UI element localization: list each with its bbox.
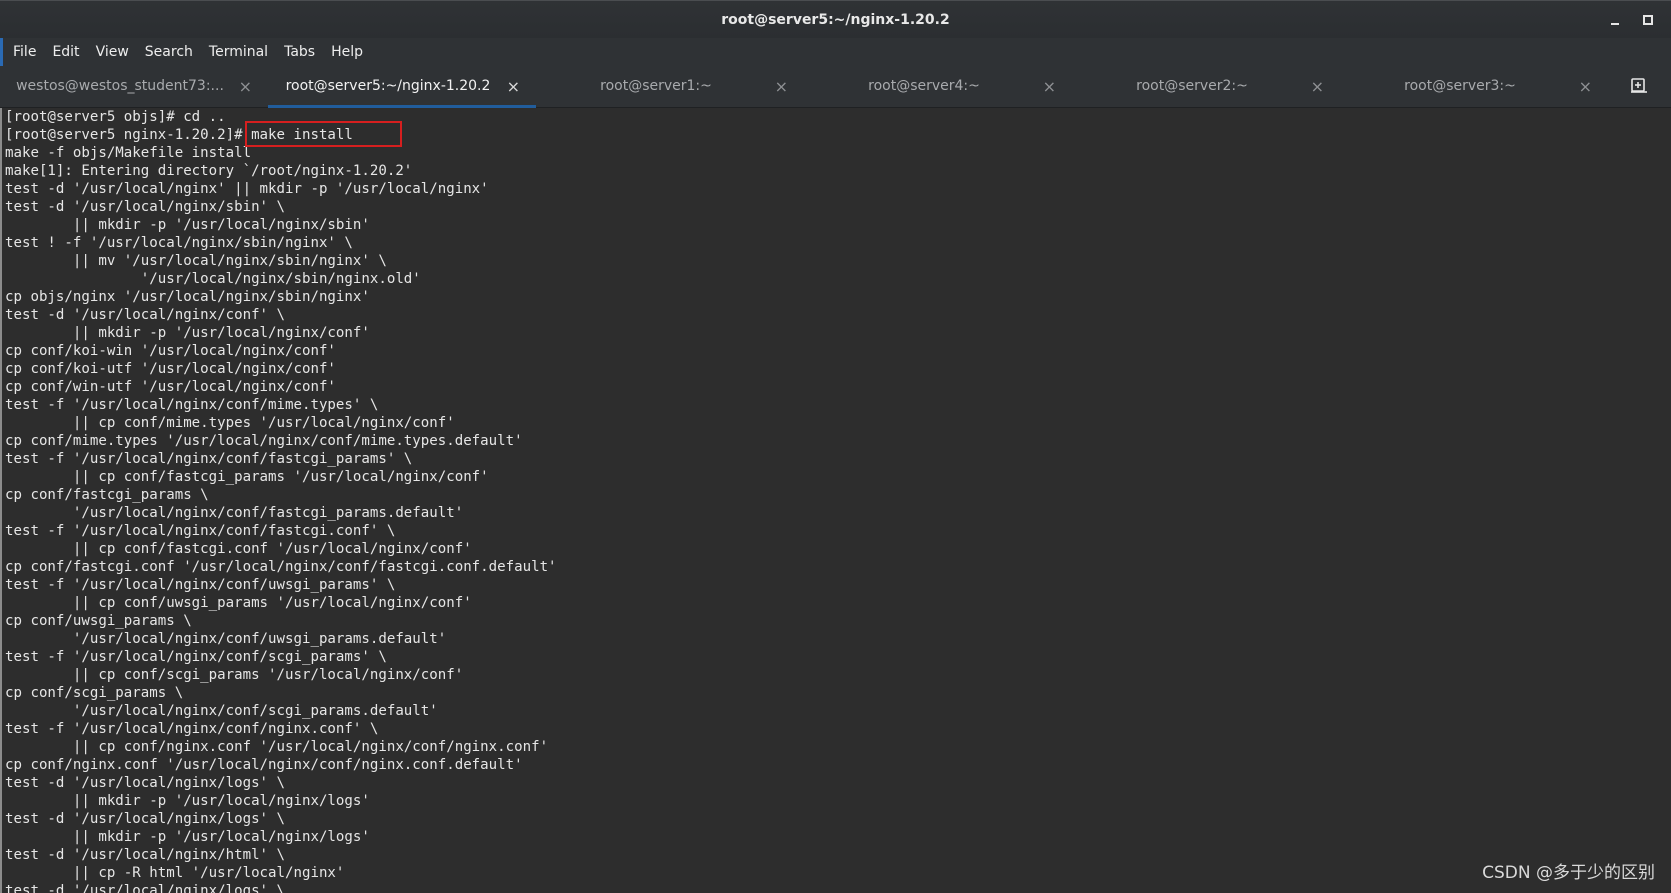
terminal-line: test -f '/usr/local/nginx/conf/fastcgi.c… [5,523,396,539]
tab-server3[interactable]: root@server3:~ × [1340,66,1608,108]
tab-bar: westos@westos_student73:... × root@serve… [0,66,1671,108]
menu-tabs[interactable]: Tabs [276,44,323,60]
terminal-line: cp conf/koi-win '/usr/local/nginx/conf' [5,343,336,359]
maximize-icon[interactable] [1637,9,1659,31]
window-title: root@server5:~/nginx-1.20.2 [721,11,950,28]
terminal-line: '/usr/local/nginx/sbin/nginx.old' [5,271,421,287]
close-icon[interactable]: × [1311,77,1324,96]
close-icon[interactable]: × [775,77,788,96]
menu-terminal[interactable]: Terminal [201,44,276,60]
tab-server5[interactable]: root@server5:~/nginx-1.20.2 × [268,66,536,108]
terminal-line: || mv '/usr/local/nginx/sbin/nginx' \ [5,253,387,269]
highlight-box [245,121,402,147]
close-icon[interactable]: × [1579,77,1592,96]
terminal-line: test -d '/usr/local/nginx/logs' \ [5,775,286,791]
menu-file[interactable]: File [5,44,44,60]
tab-label: root@server2:~ [1136,78,1248,94]
terminal-line: cp conf/mime.types '/usr/local/nginx/con… [5,433,523,449]
terminal-line: '/usr/local/nginx/conf/scgi_params.defau… [5,703,438,719]
terminal-line: test -d '/usr/local/nginx/html' \ [5,847,286,863]
terminal-output[interactable]: [root@server5 objs]# cd .. [root@server5 … [0,108,1671,893]
terminal-line: cp conf/koi-utf '/usr/local/nginx/conf' [5,361,336,377]
terminal-line: make[1]: Entering directory `/root/nginx… [5,163,413,179]
menu-help[interactable]: Help [323,44,371,60]
window-titlebar: root@server5:~/nginx-1.20.2 [0,0,1671,38]
terminal-line: test -f '/usr/local/nginx/conf/fastcgi_p… [5,451,413,467]
close-icon[interactable]: × [507,77,520,96]
terminal-line: test -d '/usr/local/nginx/logs' \ [5,811,286,827]
terminal-line: cp conf/nginx.conf '/usr/local/nginx/con… [5,757,523,773]
terminal-line: '/usr/local/nginx/conf/uwsgi_params.defa… [5,631,447,647]
terminal-line: || mkdir -p '/usr/local/nginx/conf' [5,325,370,341]
terminal-line: test ! -f '/usr/local/nginx/sbin/nginx' … [5,235,353,251]
terminal-line: || cp -R html '/usr/local/nginx' [5,865,345,881]
tab-label: root@server3:~ [1404,78,1516,94]
new-tab-icon[interactable] [1630,76,1648,94]
menubar: File Edit View Search Terminal Tabs Help [0,38,1671,66]
watermark: CSDN @多于少的区别 [1482,863,1655,883]
terminal-line: || cp conf/uwsgi_params '/usr/local/ngin… [5,595,472,611]
tab-server2[interactable]: root@server2:~ × [1072,66,1340,108]
terminal-line: cp conf/fastcgi.conf '/usr/local/nginx/c… [5,559,557,575]
tab-server4[interactable]: root@server4:~ × [804,66,1072,108]
terminal-line: || cp conf/scgi_params '/usr/local/nginx… [5,667,464,683]
terminal-line: || mkdir -p '/usr/local/nginx/sbin' [5,217,370,233]
terminal-line: || cp conf/mime.types '/usr/local/nginx/… [5,415,455,431]
terminal-line: cp objs/nginx '/usr/local/nginx/sbin/ngi… [5,289,370,305]
terminal-line: test -d '/usr/local/nginx/conf' \ [5,307,286,323]
terminal-line: || cp conf/fastcgi_params '/usr/local/ng… [5,469,489,485]
terminal-line: '/usr/local/nginx/conf/fastcgi_params.de… [5,505,464,521]
terminal-line: cp conf/win-utf '/usr/local/nginx/conf' [5,379,336,395]
menu-search[interactable]: Search [137,44,201,60]
terminal-line: cp conf/scgi_params \ [5,685,184,701]
terminal-line: test -f '/usr/local/nginx/conf/scgi_para… [5,649,387,665]
tab-server1[interactable]: root@server1:~ × [536,66,804,108]
tab-westos-student73[interactable]: westos@westos_student73:... × [0,66,268,108]
terminal-line: || mkdir -p '/usr/local/nginx/logs' [5,829,370,845]
tab-label: root@server4:~ [868,78,980,94]
terminal-line: cp conf/uwsgi_params \ [5,613,192,629]
tab-label: root@server1:~ [600,78,712,94]
tab-label: root@server5:~/nginx-1.20.2 [285,78,491,94]
terminal-line: test -f '/usr/local/nginx/conf/uwsgi_par… [5,577,396,593]
terminal-line: cp conf/fastcgi_params \ [5,487,209,503]
close-icon[interactable]: × [1043,77,1056,96]
minimize-icon[interactable] [1604,9,1626,31]
menu-view[interactable]: View [88,44,137,60]
terminal-line: test -d '/usr/local/nginx/sbin' \ [5,199,286,215]
tab-label: westos@westos_student73:... [16,78,224,94]
terminal-line: || cp conf/nginx.conf '/usr/local/nginx/… [5,739,549,755]
terminal-line: test -f '/usr/local/nginx/conf/mime.type… [5,397,379,413]
terminal-line: test -f '/usr/local/nginx/conf/nginx.con… [5,721,379,737]
terminal-line: || mkdir -p '/usr/local/nginx/logs' [5,793,370,809]
terminal-line: test -d '/usr/local/nginx' || mkdir -p '… [5,181,489,197]
menu-edit[interactable]: Edit [44,44,87,60]
close-icon[interactable]: × [239,77,252,96]
terminal-line: || cp conf/fastcgi.conf '/usr/local/ngin… [5,541,472,557]
terminal-line: test -d '/usr/local/nginx/logs' \ [5,883,286,893]
